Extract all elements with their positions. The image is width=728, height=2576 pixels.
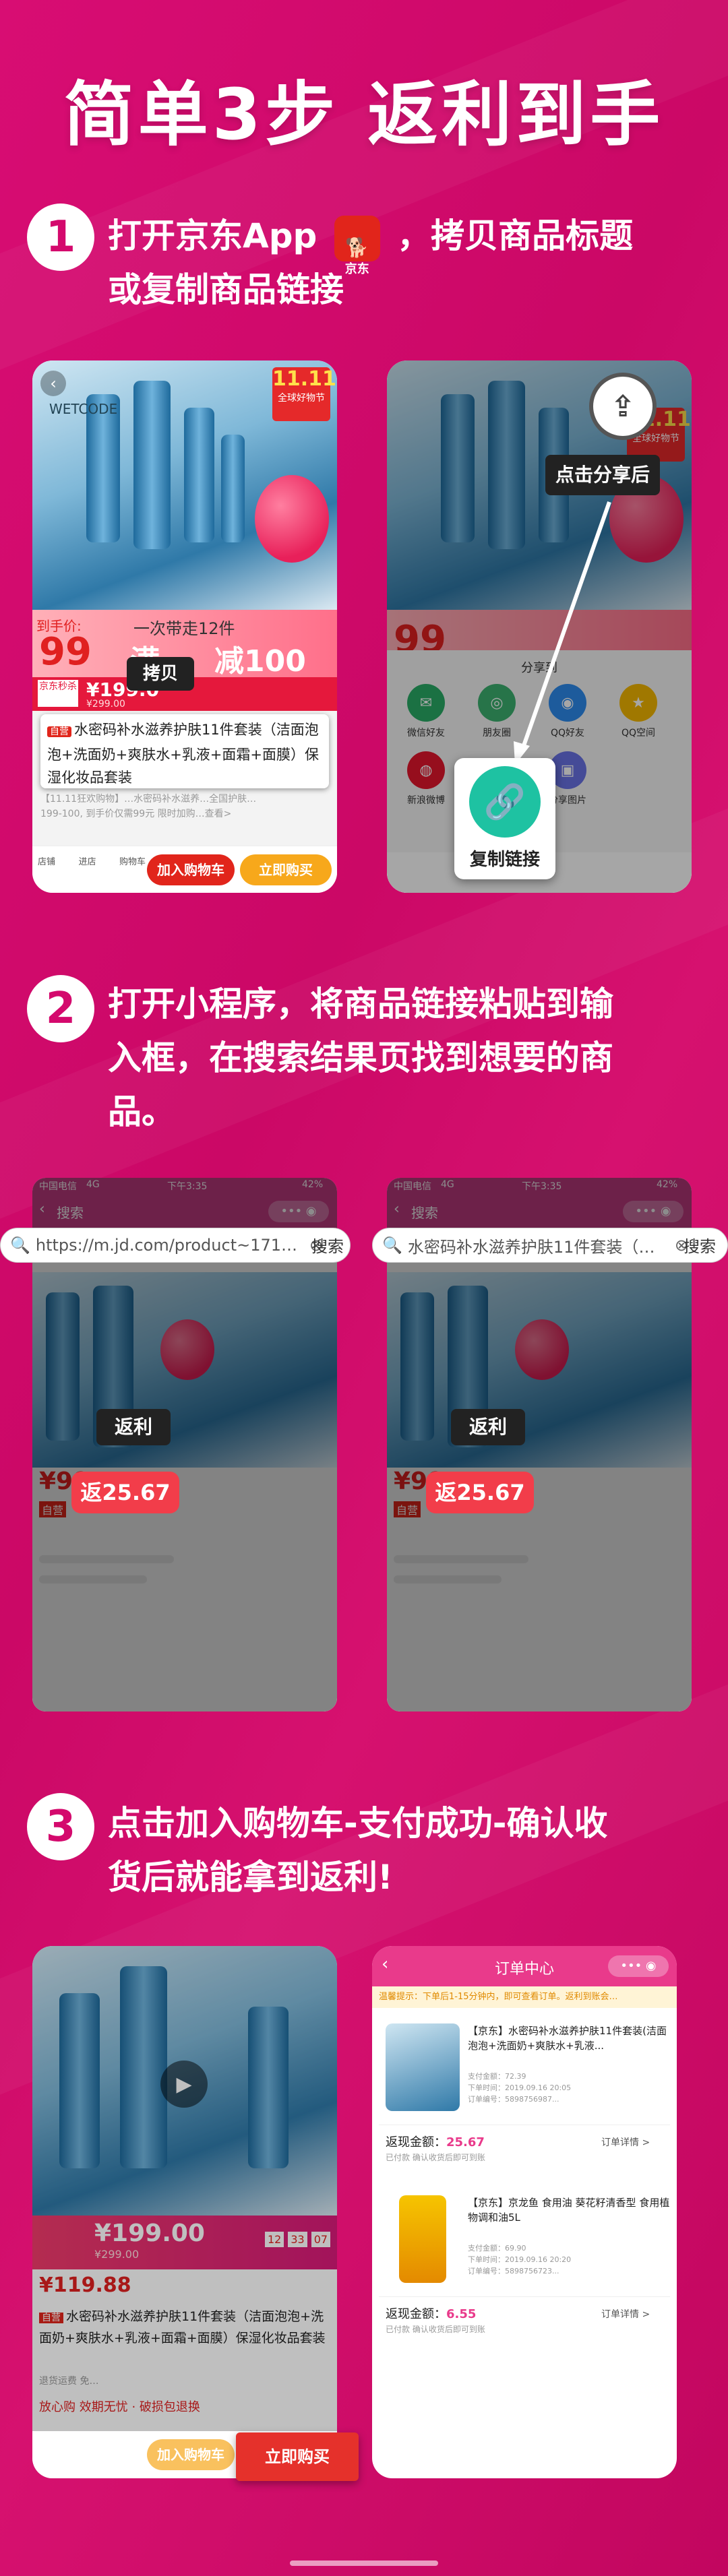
product-subtext: 【11.11狂欢购物】…水密码补水滋养…全国护肤… 199-100, 到手价仅需… bbox=[40, 794, 257, 819]
bottom-bar: 店铺 进店 购物车 加入购物车 立即购买 bbox=[32, 846, 337, 893]
link-icon: 🔗 bbox=[469, 766, 541, 838]
search-input-right[interactable]: 🔍 水密码补水滋养护肤11件套装（爽肤水+... ⊗ bbox=[372, 1228, 728, 1263]
step3-left-screenshot: ▶ ¥199.00 ¥299.00 12 33 07 ¥119.88 自营 水密码… bbox=[32, 1946, 337, 2478]
step-number-1: 1 bbox=[27, 203, 94, 271]
step-3-line2: 货后就能拿到返利! bbox=[108, 1858, 393, 1897]
order-thumb bbox=[386, 2023, 460, 2111]
step-1-text: 打开京东App 🐕 京东 ，拷贝商品标题 或复制商品链接 bbox=[108, 209, 633, 317]
step-3-text: 点击加入购物车-支付成功-确认收 货后就能拿到返利! bbox=[108, 1796, 701, 1904]
back-icon[interactable]: ‹ bbox=[40, 371, 66, 396]
divider bbox=[379, 2296, 670, 2297]
order-meta: 支付金额：69.90 下单时间：2019.09.16 20:20 订单编号：5898… bbox=[468, 2244, 572, 2275]
order-header: ‹ 订单中心 ••• ◉ bbox=[372, 1946, 677, 1986]
order-card[interactable]: 【京东】京龙鱼 食用油 葵花籽清香型 食用植物调和油5L 支付金额：69.90 下… bbox=[379, 2189, 670, 2350]
order-meta: 支付金额：72.39 下单时间：2019.09.16 20:05 订单编号：5898… bbox=[468, 2072, 572, 2104]
step-1-line1-after: ，拷贝商品标题 bbox=[397, 216, 634, 255]
step-2-line3: 品。 bbox=[108, 1092, 175, 1131]
search-icon: 🔍 bbox=[10, 1236, 30, 1255]
capsule-menu[interactable]: ••• ◉ bbox=[608, 1955, 669, 1977]
step-1-line1: 打开京东App bbox=[108, 216, 317, 255]
step-2-line2: 入框，在搜索结果页找到想要的商 bbox=[108, 1038, 613, 1077]
jd-app-icon: 🐕 京东 bbox=[334, 215, 380, 276]
order-title: 【京东】京龙鱼 食用油 葵花籽清香型 食用植物调和油5L bbox=[468, 2197, 670, 2224]
copy-tooltip[interactable]: 拷贝 bbox=[127, 657, 194, 691]
rebate-row: 返现金额：6.55 bbox=[386, 2307, 477, 2321]
step-2-line1: 打开小程序，将商品链接粘贴到输 bbox=[108, 984, 613, 1024]
search-input-left[interactable]: 🔍 https://m.jd.com/product~171061408... … bbox=[0, 1228, 351, 1263]
rebate-badge[interactable]: 返25.67 bbox=[426, 1472, 534, 1513]
enter-shop-icon[interactable]: 进店 bbox=[78, 854, 96, 867]
product-title-selected[interactable]: 自营 水密码补水滋养护肤11件套装（洁面泡泡+洗面奶+爽肤水+乳液+面霜+面膜）保… bbox=[40, 714, 329, 788]
step1-left-screenshot: WETCODE ‹ 11.11 全球好物节 到手价: 99 一次带走12件 满 … bbox=[32, 360, 337, 893]
product-sponge bbox=[255, 475, 329, 563]
step3-right-screenshot: ‹ 订单中心 ••• ◉ 温馨提示：下单后1-15分钟内，即可查看订单。返利到账… bbox=[372, 1946, 677, 2478]
rebate-row: 返现金额：25.67 bbox=[386, 2135, 485, 2149]
product-bottle bbox=[184, 408, 214, 542]
rebate-tooltip: 返利 bbox=[96, 1409, 171, 1445]
step-3-line1: 点击加入购物车-支付成功-确认收 bbox=[108, 1804, 608, 1843]
dim-overlay bbox=[32, 1946, 337, 2478]
step-2-text: 打开小程序，将商品链接粘贴到输 入框，在搜索结果页找到想要的商 品。 bbox=[108, 977, 701, 1139]
search-button-left[interactable]: 搜索 bbox=[311, 1233, 344, 1257]
copy-link-label: 复制链接 bbox=[469, 850, 540, 870]
hero-title: 简单3步 返利到手 bbox=[63, 73, 665, 156]
product-bottle bbox=[221, 435, 245, 542]
order-detail-link[interactable]: 订单详情 > bbox=[601, 2135, 650, 2149]
copy-link-highlight[interactable]: 🔗 复制链接 bbox=[454, 758, 555, 879]
cart-icon[interactable]: 购物车 bbox=[119, 854, 146, 867]
add-to-cart-button[interactable]: 加入购物车 bbox=[147, 2439, 235, 2470]
notice-bar: 温馨提示：下单后1-15分钟内，即可查看订单。返利到账会… bbox=[372, 1986, 677, 2008]
promo-banner: 11.11 全球好物节 bbox=[272, 367, 336, 421]
self-operated-badge: 自营 bbox=[47, 726, 71, 737]
order-thumb bbox=[399, 2195, 446, 2283]
order-detail-link[interactable]: 订单详情 > bbox=[601, 2307, 650, 2321]
step-number-2: 2 bbox=[27, 975, 94, 1042]
step-1-line2: 或复制商品链接 bbox=[108, 270, 344, 309]
search-button-right[interactable]: 搜索 bbox=[684, 1233, 716, 1257]
rebate-badge[interactable]: 返25.67 bbox=[71, 1472, 179, 1513]
rebate-tooltip: 返利 bbox=[451, 1409, 525, 1445]
brand-label: WETCODE bbox=[49, 401, 118, 417]
order-card[interactable]: 【京东】水密码补水滋养护肤11件套装(洁面泡泡+洗面奶+爽肤水+乳液... 支付… bbox=[379, 2017, 670, 2178]
buy-now-button[interactable]: 立即购买 bbox=[240, 854, 332, 885]
search-icon: 🔍 bbox=[382, 1236, 402, 1255]
buy-now-button[interactable]: 立即购买 bbox=[236, 2432, 359, 2481]
order-title: 【京东】水密码补水滋养护肤11件套装(洁面泡泡+洗面奶+爽肤水+乳液... bbox=[468, 2025, 667, 2052]
step1-right-screenshot: 11.11 全球好物节 99 分享到 ✉ ◎ ◉ ★ 微信好友 朋友圈 QQ好友… bbox=[387, 360, 692, 893]
product-bottle bbox=[133, 381, 171, 549]
bottom-icons: 店铺 进店 购物车 bbox=[38, 854, 146, 867]
home-indicator bbox=[290, 2561, 438, 2566]
shop-icon[interactable]: 店铺 bbox=[38, 854, 55, 867]
step-number-3: 3 bbox=[27, 1793, 94, 1860]
add-to-cart-button[interactable]: 加入购物车 bbox=[147, 854, 235, 885]
